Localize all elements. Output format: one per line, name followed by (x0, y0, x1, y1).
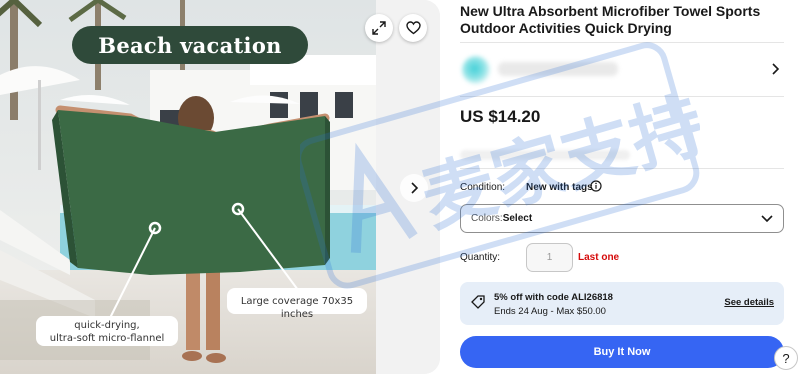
chevron-right-icon (772, 63, 780, 75)
divider (460, 42, 784, 43)
callout-coverage: Large coverage 70x35 inches (227, 288, 367, 320)
condition-label: Condition: (460, 182, 506, 193)
price: US $14.20 (460, 107, 541, 126)
help-button[interactable]: ? (774, 346, 798, 370)
heart-icon (405, 21, 421, 35)
seller-name-blurred (498, 62, 618, 76)
quantity-input[interactable]: 1 (526, 243, 573, 272)
image-gallery: Beach vacation Large coverage 70x35 inch… (0, 0, 440, 374)
quantity-label: Quantity: (460, 252, 501, 263)
product-photo[interactable]: Beach vacation Large coverage 70x35 inch… (0, 0, 376, 374)
info-icon[interactable] (590, 180, 602, 192)
chevron-right-icon (411, 182, 419, 194)
beach-vacation-badge: Beach vacation (72, 26, 308, 64)
product-title: New Ultra Absorbent Microfiber Towel Spo… (460, 3, 761, 36)
seller-info-row[interactable] (460, 50, 784, 92)
color-select-label: Colors: (471, 213, 503, 224)
coupon-tag-icon (471, 295, 485, 309)
buy-it-now-button[interactable]: Buy It Now (460, 336, 784, 368)
callout-material: quick-drying, ultra-soft micro-flannel (36, 316, 178, 346)
see-details-link[interactable]: See details (724, 297, 774, 308)
coupon-offer: 5% off with code ALI26818 (494, 292, 613, 303)
divider (460, 168, 784, 169)
stock-warning: Last one (578, 252, 620, 263)
expand-button[interactable] (365, 14, 393, 42)
chevron-down-icon (761, 215, 773, 223)
coupon-banner: 5% off with code ALI26818 Ends 24 Aug - … (460, 282, 784, 325)
product-panel: New Ultra Absorbent Microfiber Towel Spo… (460, 0, 784, 374)
price-subtext-blurred (460, 150, 630, 160)
color-select-value: Select (502, 213, 533, 224)
color-select[interactable]: Colors: Select (460, 204, 784, 233)
expand-icon (372, 21, 386, 35)
add-to-watchlist-button[interactable] (399, 14, 427, 42)
divider (460, 96, 784, 97)
seller-avatar (462, 56, 490, 84)
coupon-expiry: Ends 24 Aug - Max $50.00 (494, 306, 606, 317)
condition-value: New with tags (526, 182, 593, 193)
next-image-button[interactable] (400, 174, 428, 202)
